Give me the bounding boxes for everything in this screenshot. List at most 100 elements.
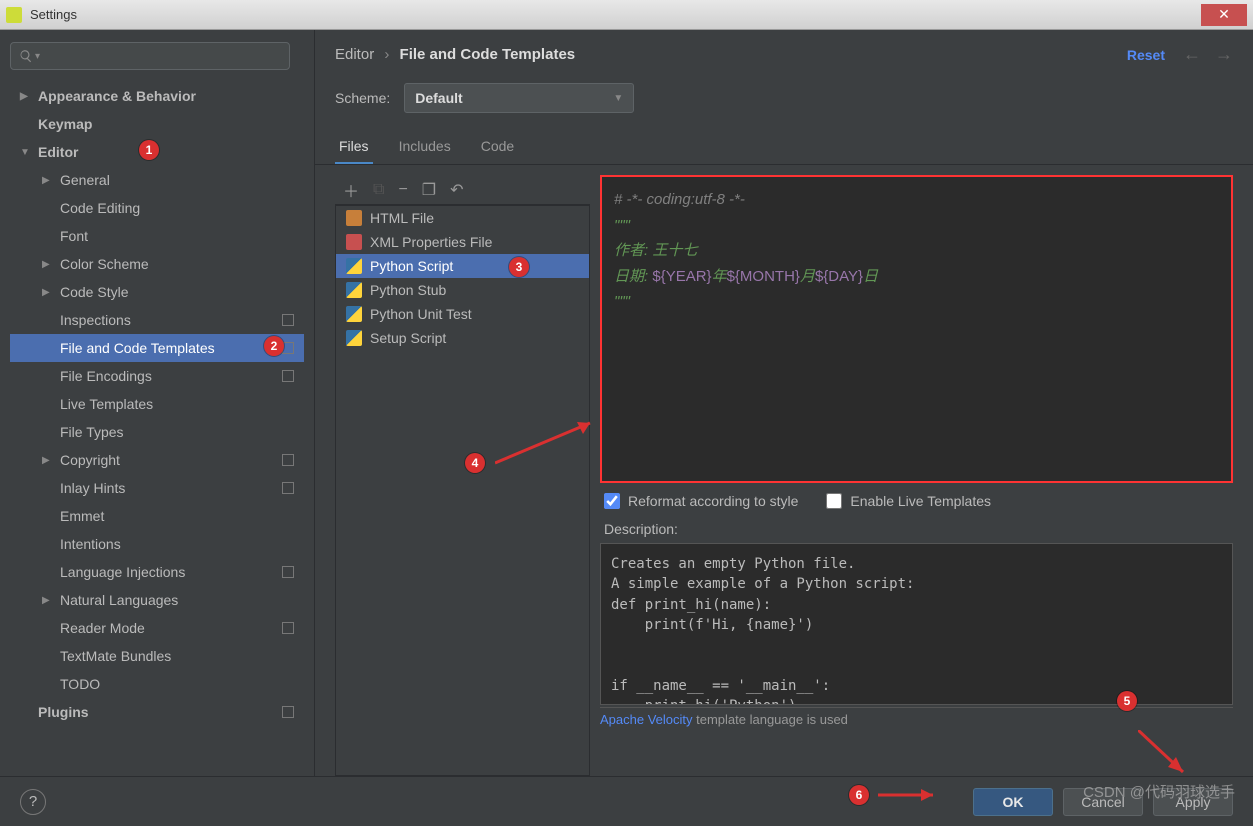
sidebar-item-label: Keymap bbox=[38, 116, 304, 132]
template-item-python-script[interactable]: Python Script 3 bbox=[336, 254, 589, 278]
tab-files[interactable]: Files bbox=[335, 130, 373, 164]
sidebar-item-appearance-behavior[interactable]: ▶Appearance & Behavior bbox=[10, 82, 304, 110]
annotation-badge-3: 3 bbox=[509, 257, 529, 277]
annotation-arrow-5 bbox=[1138, 730, 1198, 785]
sidebar-item-label: General bbox=[60, 172, 304, 188]
template-toolbar: ＋ ⧉ − ❐ ↶ bbox=[335, 175, 590, 205]
xml-icon bbox=[346, 234, 362, 250]
tab-code[interactable]: Code bbox=[477, 130, 518, 164]
app-icon bbox=[6, 7, 22, 23]
reformat-checkbox[interactable]: Reformat according to style bbox=[604, 493, 798, 509]
sidebar-item-reader-mode[interactable]: ▶Reader Mode bbox=[10, 614, 304, 642]
project-level-icon bbox=[282, 566, 294, 578]
sidebar-item-label: Live Templates bbox=[60, 396, 304, 412]
live-templates-checkbox[interactable]: Enable Live Templates bbox=[826, 493, 991, 509]
search-input[interactable]: ▾ bbox=[10, 42, 290, 70]
sidebar-item-label: TODO bbox=[60, 676, 304, 692]
annotation-arrow-4 bbox=[495, 418, 605, 473]
sidebar-item-keymap[interactable]: ▶Keymap bbox=[10, 110, 304, 138]
copy-icon: ⧉ bbox=[373, 181, 384, 199]
sidebar-item-label: Plugins bbox=[38, 704, 282, 720]
window-title: Settings bbox=[30, 7, 77, 22]
watermark: CSDN @代码羽球选手 bbox=[1083, 781, 1235, 802]
template-item-label: Python Stub bbox=[370, 282, 446, 298]
ok-button[interactable]: OK bbox=[973, 788, 1053, 816]
chevron-icon: ▶ bbox=[42, 259, 56, 270]
template-list: HTML FileXML Properties FilePython Scrip… bbox=[335, 205, 590, 776]
chevron-icon: ▶ bbox=[42, 595, 56, 606]
sidebar-item-label: Code Editing bbox=[60, 200, 304, 216]
sidebar-item-plugins[interactable]: ▶Plugins bbox=[10, 698, 304, 726]
template-item-python-stub[interactable]: Python Stub bbox=[336, 278, 589, 302]
annotation-badge-5: 5 bbox=[1117, 691, 1137, 711]
titlebar: Settings ✕ bbox=[0, 0, 1253, 30]
py-icon bbox=[346, 306, 362, 322]
help-button[interactable]: ? bbox=[20, 789, 46, 815]
project-level-icon bbox=[282, 454, 294, 466]
sidebar-item-language-injections[interactable]: ▶Language Injections bbox=[10, 558, 304, 586]
sidebar-item-label: TextMate Bundles bbox=[60, 648, 304, 664]
py-icon bbox=[346, 258, 362, 274]
annotation-arrow-6 bbox=[878, 785, 948, 805]
sidebar-item-label: File Types bbox=[60, 424, 304, 440]
remove-icon[interactable]: − bbox=[398, 181, 407, 199]
sidebar-item-intentions[interactable]: ▶Intentions bbox=[10, 530, 304, 558]
sidebar-item-label: Language Injections bbox=[60, 564, 282, 580]
tab-includes[interactable]: Includes bbox=[395, 130, 455, 164]
breadcrumb-parent[interactable]: Editor bbox=[335, 46, 374, 63]
apache-velocity-link[interactable]: Apache Velocity bbox=[600, 712, 693, 727]
project-level-icon bbox=[282, 482, 294, 494]
sidebar-item-font[interactable]: ▶Font bbox=[10, 222, 304, 250]
sidebar-item-natural-languages[interactable]: ▶ Natural Languages bbox=[10, 586, 304, 614]
sidebar-item-label: Font bbox=[60, 228, 304, 244]
sidebar-item-label: Natural Languages bbox=[60, 592, 304, 608]
project-level-icon bbox=[282, 370, 294, 382]
scheme-select[interactable]: Default ▼ bbox=[404, 83, 634, 113]
sidebar-item-todo[interactable]: ▶TODO bbox=[10, 670, 304, 698]
template-item-html-file[interactable]: HTML File bbox=[336, 206, 589, 230]
template-item-setup-script[interactable]: Setup Script bbox=[336, 326, 589, 350]
chevron-icon: ▶ bbox=[42, 455, 56, 466]
sidebar-item-file-encodings[interactable]: ▶File Encodings bbox=[10, 362, 304, 390]
add-icon[interactable]: ＋ bbox=[343, 178, 359, 202]
template-item-python-unit-test[interactable]: Python Unit Test bbox=[336, 302, 589, 326]
sidebar-item-code-style[interactable]: ▶Code Style bbox=[10, 278, 304, 306]
sidebar-item-textmate-bundles[interactable]: ▶TextMate Bundles bbox=[10, 642, 304, 670]
breadcrumb-current: File and Code Templates bbox=[400, 46, 576, 63]
sidebar-item-general[interactable]: ▶ General bbox=[10, 166, 304, 194]
chevron-icon: ▶ bbox=[42, 175, 56, 186]
sidebar-item-editor[interactable]: ▼Editor1 bbox=[10, 138, 304, 166]
undo-icon[interactable]: ↶ bbox=[450, 180, 463, 200]
sidebar-item-inspections[interactable]: ▶Inspections bbox=[10, 306, 304, 334]
bottom-bar: ? OK Cancel Apply bbox=[0, 776, 1253, 826]
sidebar-item-label: Code Style bbox=[60, 284, 304, 300]
reset-link[interactable]: Reset bbox=[1127, 47, 1165, 63]
code-editor[interactable]: # -*- coding:utf-8 -*- """ 作者: 王十七 日期: $… bbox=[600, 175, 1233, 483]
description-box[interactable]: Creates an empty Python file. A simple e… bbox=[600, 543, 1233, 705]
main-panel: Editor › File and Code Templates Reset ←… bbox=[315, 30, 1253, 776]
sidebar-item-live-templates[interactable]: ▶Live Templates bbox=[10, 390, 304, 418]
close-button[interactable]: ✕ bbox=[1201, 4, 1247, 26]
template-item-xml-properties-file[interactable]: XML Properties File bbox=[336, 230, 589, 254]
sidebar-item-label: File Encodings bbox=[60, 368, 282, 384]
duplicate-icon[interactable]: ❐ bbox=[422, 180, 436, 200]
sidebar-item-label: Inspections bbox=[60, 312, 282, 328]
sidebar-item-copyright[interactable]: ▶ Copyright bbox=[10, 446, 304, 474]
template-item-label: Python Script bbox=[370, 258, 453, 274]
sidebar-item-inlay-hints[interactable]: ▶Inlay Hints bbox=[10, 474, 304, 502]
project-level-icon bbox=[282, 622, 294, 634]
tabs-row: Files Includes Code bbox=[315, 127, 1253, 165]
sidebar-item-code-editing[interactable]: ▶Code Editing bbox=[10, 194, 304, 222]
sidebar-item-color-scheme[interactable]: ▶Color Scheme bbox=[10, 250, 304, 278]
annotation-badge-4: 4 bbox=[465, 453, 485, 473]
template-item-label: Setup Script bbox=[370, 330, 446, 346]
description-label: Description: bbox=[600, 519, 1233, 539]
nav-back-icon[interactable]: ← bbox=[1183, 44, 1201, 65]
py-icon bbox=[346, 330, 362, 346]
sidebar-item-label: Copyright bbox=[60, 452, 282, 468]
sidebar-item-emmet[interactable]: ▶Emmet bbox=[10, 502, 304, 530]
sidebar-item-file-and-code-templates[interactable]: ▶File and Code Templates2 bbox=[10, 334, 304, 362]
annotation-badge-1: 1 bbox=[139, 140, 159, 160]
nav-forward-icon[interactable]: → bbox=[1215, 44, 1233, 65]
sidebar-item-file-types[interactable]: ▶File Types bbox=[10, 418, 304, 446]
